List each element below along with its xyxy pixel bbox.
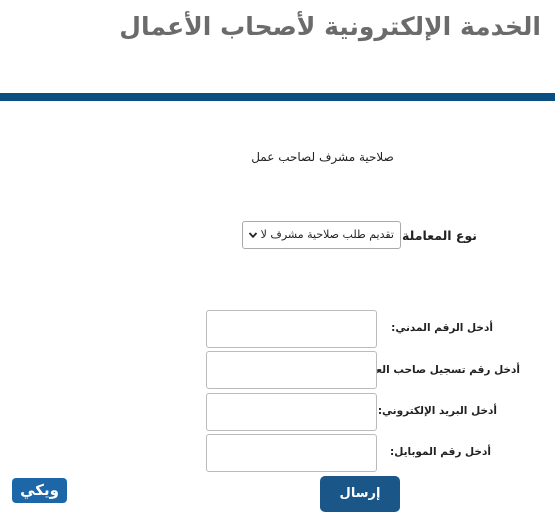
chevron-down-icon (248, 232, 258, 239)
mobile-label: أدخل رقم الموبايل: (390, 446, 491, 458)
submit-button[interactable]: إرسال (320, 476, 400, 512)
transaction-type-select[interactable]: تقديم طلب صلاحية مشرف لا (242, 221, 401, 249)
page-title: الخدمة الإلكترونية لأصحاب الأعمال (119, 12, 541, 41)
transaction-type-selected-value: تقديم طلب صلاحية مشرف لا (260, 228, 394, 241)
civil-id-label: أدخل الرقم المدني: (391, 322, 493, 334)
header-divider-bar (0, 93, 555, 101)
watermark-logo: ويكي (12, 478, 67, 503)
transaction-type-label: نوع المعاملة: (397, 228, 477, 243)
employer-registration-input[interactable] (206, 351, 377, 389)
email-input[interactable] (206, 393, 377, 431)
mobile-input[interactable] (206, 434, 377, 472)
employer-registration-label: أدخل رقم تسجيل صاحب العمل: (355, 364, 520, 376)
email-label: أدخل البريد الإلكتروني: (377, 405, 497, 417)
civil-id-input[interactable] (206, 310, 377, 348)
service-name: صلاحية مشرف لصاحب عمل (251, 150, 394, 164)
